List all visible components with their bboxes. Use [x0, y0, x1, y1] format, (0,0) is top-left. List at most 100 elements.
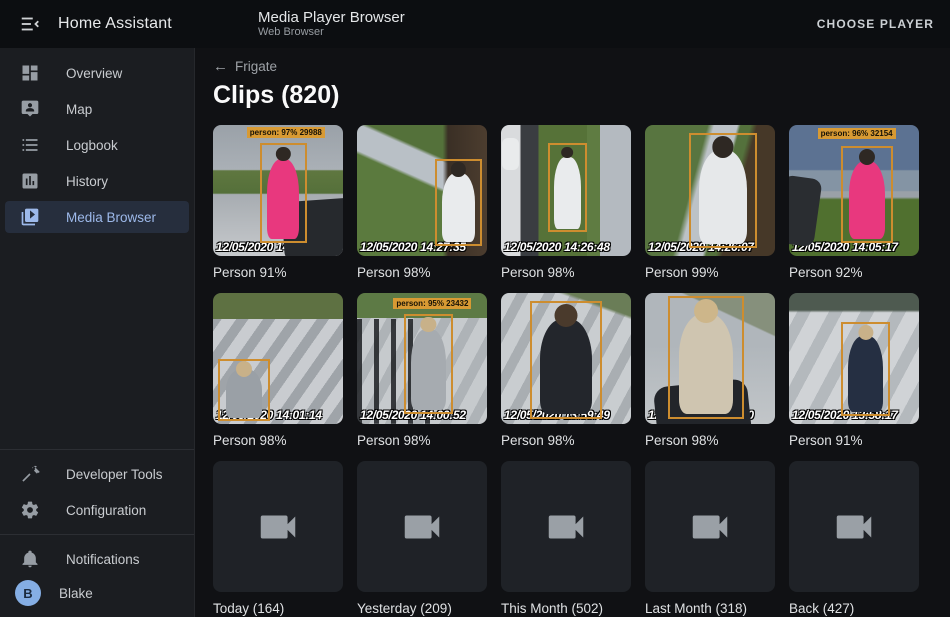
folder-card-yesterday[interactable]: Yesterday (209)	[357, 461, 487, 617]
clip-thumbnail[interactable]: 12/05/2020 13:58:17	[789, 293, 919, 424]
sidebar-item-user[interactable]: B Blake	[5, 577, 189, 609]
dashboard-icon	[18, 61, 42, 85]
clip-label: Person 92%	[789, 265, 919, 281]
clip-thumbnail[interactable]: 12/05/2020 13:59:49	[501, 293, 631, 424]
sidebar-item-label: Map	[66, 102, 92, 117]
clip-card[interactable]: person: 95% 23432 12/05/2020 14:00:52 Pe…	[357, 293, 487, 449]
clip-thumbnail[interactable]: 12/05/2020 13:58:30	[645, 293, 775, 424]
detection-bbox	[404, 314, 453, 414]
clip-label: Person 91%	[789, 433, 919, 449]
sidebar-item-developer-tools[interactable]: Developer Tools	[5, 458, 189, 490]
sidebar-divider	[0, 534, 194, 535]
sidebar-item-label: Overview	[66, 66, 122, 81]
clip-thumbnail[interactable]: 12/05/2020 14:01:14	[213, 293, 343, 424]
sidebar-item-logbook[interactable]: Logbook	[5, 129, 189, 161]
clip-thumbnail[interactable]: person: 96% 32154 12/05/2020 14:05:17	[789, 125, 919, 256]
sidebar-spacer	[0, 235, 194, 443]
detection-bbox	[668, 296, 743, 419]
clip-card[interactable]: 12/05/2020 14:26:48 Person 98%	[501, 125, 631, 281]
detection-label: person: 97% 29988	[247, 127, 325, 138]
page-header: Media Player Browser Web Browser CHOOSE …	[195, 0, 950, 48]
clip-thumbnail[interactable]: person: 97% 29988 12/05/2020 14:38:47	[213, 125, 343, 256]
clip-thumbnail[interactable]: 12/05/2020 14:26:48	[501, 125, 631, 256]
clip-thumbnail[interactable]: 12/05/2020 14:26:07	[645, 125, 775, 256]
folder-card-today[interactable]: Today (164)	[213, 461, 343, 617]
detection-label: person: 95% 23432	[393, 298, 471, 309]
detection-label: person: 96% 32154	[818, 128, 896, 139]
clip-card[interactable]: 12/05/2020 13:58:30 Person 98%	[645, 293, 775, 449]
sidebar-item-label: Configuration	[66, 503, 146, 518]
folder-label: Last Month (318)	[645, 601, 775, 617]
clip-label: Person 98%	[501, 265, 631, 281]
clip-card[interactable]: 12/05/2020 14:01:14 Person 98%	[213, 293, 343, 449]
folder-thumbnail[interactable]	[357, 461, 487, 592]
top-bar: Home Assistant Media Player Browser Web …	[0, 0, 950, 48]
breadcrumb-label: Frigate	[235, 59, 277, 74]
detection-bbox	[548, 143, 587, 232]
media-browser-content: ← Frigate Clips (820) person: 97% 29988 …	[196, 48, 950, 617]
person-figure	[554, 157, 581, 228]
folder-label: Today (164)	[213, 601, 343, 617]
folder-label: Back (427)	[789, 601, 919, 617]
folder-thumbnail[interactable]	[645, 461, 775, 592]
clip-card[interactable]: 12/05/2020 14:27:35 Person 98%	[357, 125, 487, 281]
page-subtitle: Web Browser	[258, 26, 817, 39]
sidebar-item-history[interactable]: History	[5, 165, 189, 197]
video-camera-icon	[687, 504, 733, 550]
video-camera-icon	[543, 504, 589, 550]
clip-label: Person 99%	[645, 265, 775, 281]
video-camera-icon	[831, 504, 877, 550]
sidebar-item-overview[interactable]: Overview	[5, 57, 189, 89]
sidebar-item-media-browser[interactable]: Media Browser	[5, 201, 189, 233]
sidebar-divider	[0, 449, 194, 450]
person-figure	[699, 150, 747, 243]
clip-thumbnail[interactable]: 12/05/2020 14:27:35	[357, 125, 487, 256]
folder-card-back[interactable]: Back (427)	[789, 461, 919, 617]
folder-card-this-month[interactable]: This Month (502)	[501, 461, 631, 617]
sidebar-item-label: History	[66, 174, 108, 189]
clip-card[interactable]: 12/05/2020 13:59:49 Person 98%	[501, 293, 631, 449]
map-person-icon	[18, 97, 42, 121]
clip-card[interactable]: 12/05/2020 14:26:07 Person 99%	[645, 125, 775, 281]
breadcrumb-back-frigate[interactable]: ← Frigate	[213, 56, 277, 76]
app-title: Home Assistant	[58, 15, 172, 33]
sidebar-item-configuration[interactable]: Configuration	[5, 494, 189, 526]
page-heading: Clips (820)	[213, 80, 950, 110]
person-figure	[849, 161, 886, 239]
choose-player-button[interactable]: CHOOSE PLAYER	[817, 17, 934, 31]
detection-bbox	[689, 133, 757, 248]
folder-thumbnail[interactable]	[789, 461, 919, 592]
home-assistant-app: Home Assistant Media Player Browser Web …	[0, 0, 950, 617]
person-figure	[848, 336, 883, 412]
detection-bbox	[530, 301, 603, 419]
sidebar-item-label: Logbook	[66, 138, 118, 153]
sidebar-item-notifications[interactable]: Notifications	[5, 543, 189, 575]
clip-thumbnail[interactable]: person: 95% 23432 12/05/2020 14:00:52	[357, 293, 487, 424]
clip-card[interactable]: 12/05/2020 13:58:17 Person 91%	[789, 293, 919, 449]
bar-chart-icon	[18, 169, 42, 193]
page-title: Media Player Browser	[258, 9, 817, 26]
clip-timestamp: 12/05/2020 14:26:48	[504, 240, 610, 254]
clip-label: Person 98%	[357, 265, 487, 281]
sidebar: Overview Map Logbook History Media Brows…	[0, 48, 195, 617]
back-arrow-icon: ←	[213, 58, 228, 75]
clip-label: Person 98%	[357, 433, 487, 449]
clip-card[interactable]: person: 96% 32154 12/05/2020 14:05:17 Pe…	[789, 125, 919, 281]
detection-bbox	[218, 359, 270, 422]
sidebar-item-label: Media Browser	[66, 210, 156, 225]
page-title-block: Media Player Browser Web Browser	[258, 9, 817, 39]
sidebar-item-map[interactable]: Map	[5, 93, 189, 125]
clip-card[interactable]: person: 97% 29988 12/05/2020 14:38:47 Pe…	[213, 125, 343, 281]
video-camera-icon	[399, 504, 445, 550]
sidebar-header: Home Assistant	[0, 0, 195, 48]
menu-collapse-icon	[19, 13, 41, 35]
sidebar-toggle-button[interactable]	[14, 8, 46, 40]
person-figure	[442, 173, 475, 242]
clip-label: Person 98%	[645, 433, 775, 449]
folder-thumbnail[interactable]	[501, 461, 631, 592]
play-box-icon	[18, 205, 42, 229]
user-avatar: B	[15, 580, 41, 606]
folder-thumbnail[interactable]	[213, 461, 343, 592]
folder-card-last-month[interactable]: Last Month (318)	[645, 461, 775, 617]
folder-label: This Month (502)	[501, 601, 631, 617]
